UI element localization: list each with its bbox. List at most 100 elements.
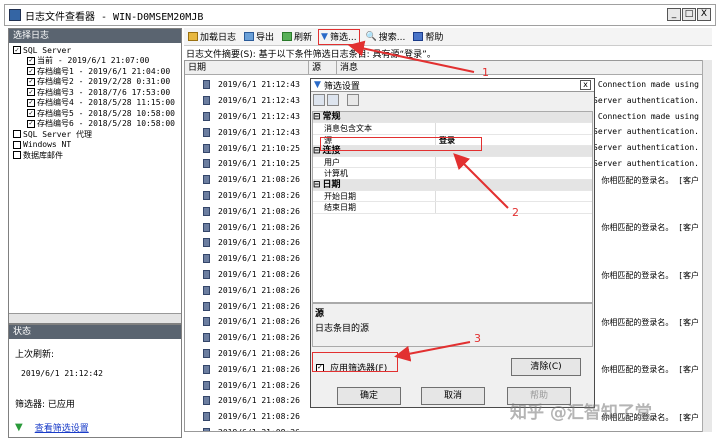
property-value[interactable] [436, 123, 439, 133]
log-tree-item[interactable]: 数据库邮件 [13, 150, 177, 161]
log-row[interactable]: 2019/6/1 21:08:26 [185, 267, 309, 283]
refresh-button[interactable]: 刷新 [280, 29, 314, 45]
log-tree-item[interactable]: ✓ 存档编号2 - 2019/2/28 0:31:00 [13, 77, 177, 88]
description-text: 日志条目的源 [315, 324, 370, 334]
log-checkbox[interactable]: ✓ [27, 67, 35, 76]
property-pages-icon[interactable] [347, 94, 359, 106]
maximize-button[interactable]: □ [682, 8, 696, 21]
log-message: 你相匹配的登录名。 [客户 [601, 270, 699, 280]
help-button[interactable]: 帮助 [411, 29, 445, 45]
log-checkbox[interactable]: ✓ [27, 56, 35, 65]
log-checkbox[interactable] [13, 151, 21, 160]
log-entry-icon [203, 364, 210, 374]
log-entry-icon [203, 317, 210, 327]
log-checkbox[interactable]: ✓ [27, 109, 35, 118]
log-row[interactable]: 2019/6/1 21:08:26 [185, 235, 309, 251]
log-row[interactable]: 2019/6/1 21:08:26 [185, 251, 309, 267]
log-row[interactable]: 2019/6/1 21:08:26 [185, 282, 309, 298]
log-checkbox[interactable] [13, 140, 21, 149]
log-tree-item[interactable]: SQL Server 代理 [13, 129, 177, 140]
log-checkbox[interactable] [13, 130, 21, 139]
log-row[interactable]: 2019/6/1 21:08:26 [185, 393, 309, 409]
log-row[interactable]: 2019/6/1 21:10:25 [185, 156, 309, 172]
property-value[interactable] [436, 157, 439, 167]
log-tree-item[interactable]: ✓ 存档编号1 - 2019/6/1 21:04:00 [13, 66, 177, 77]
property-row[interactable]: 结束日期 [313, 202, 592, 214]
clear-button[interactable]: 清除(C) [511, 358, 581, 376]
log-checkbox[interactable]: ✓ [27, 88, 35, 97]
minimize-button[interactable]: _ [667, 8, 681, 21]
property-value[interactable] [436, 168, 439, 178]
property-row[interactable]: 消息包含文本 [313, 123, 592, 135]
message-column-header[interactable]: 消息 [337, 61, 711, 75]
log-row[interactable]: 2019/6/1 21:08:26 [185, 188, 309, 204]
log-tree-item[interactable]: ✓ 存档编号6 - 2018/5/28 10:58:00 [13, 119, 177, 130]
log-row[interactable]: 2019/6/1 21:08:26 [185, 203, 309, 219]
property-value[interactable] [436, 202, 439, 212]
log-tree-item[interactable]: ✓ 存档编号5 - 2018/5/28 10:58:00 [13, 108, 177, 119]
search-button[interactable]: 🔍 搜索... [364, 29, 408, 45]
log-row[interactable]: 2019/6/1 21:12:43 [185, 124, 309, 140]
property-row[interactable]: 开始日期 [313, 191, 592, 203]
collapse-icon[interactable]: ⊟ [313, 180, 321, 190]
dialog-close-button[interactable]: x [580, 80, 591, 90]
log-checkbox[interactable]: ✓ [27, 77, 35, 86]
log-row[interactable]: 2019/6/1 21:10:25 [185, 140, 309, 156]
export-button[interactable]: 导出 [242, 29, 276, 45]
filter-icon: ▼ [321, 31, 328, 42]
log-entry-icon [203, 333, 210, 343]
log-date: 2019/6/1 21:08:26 [218, 412, 300, 422]
log-row[interactable]: 2019/6/1 21:12:43 [185, 93, 309, 109]
view-filter-link[interactable]: 查看筛选设置 [35, 421, 89, 434]
filter-button[interactable]: ▼ 筛选... [318, 28, 360, 45]
log-row[interactable]: 2019/6/1 21:08:26 [185, 425, 309, 431]
log-tree-item[interactable]: ✓ 存档编号4 - 2018/5/28 11:15:00 [13, 98, 177, 109]
property-category[interactable]: ⊟ 日期 [313, 179, 592, 192]
log-entry-icon [203, 222, 210, 232]
property-key: 开始日期 [313, 191, 436, 202]
log-row[interactable]: 2019/6/1 21:08:26 [185, 298, 309, 314]
log-row[interactable]: 2019/6/1 21:08:26 [185, 409, 309, 425]
log-row[interactable]: 2019/6/1 21:08:26 [185, 219, 309, 235]
source-column-header[interactable]: 源 [309, 61, 337, 75]
ok-button[interactable]: 确定 [337, 387, 401, 405]
property-row[interactable]: 计算机 [313, 168, 592, 180]
cancel-button[interactable]: 取消 [421, 387, 485, 405]
property-value[interactable] [436, 191, 439, 201]
log-checkbox[interactable]: ✓ [27, 98, 35, 107]
log-tree-item[interactable]: Windows NT [13, 140, 177, 151]
vertical-scrollbar[interactable] [702, 60, 712, 432]
refresh-icon [282, 32, 293, 41]
log-tree-item[interactable]: ✓ 存档编号3 - 2018/7/6 17:53:00 [13, 87, 177, 98]
log-row[interactable]: 2019/6/1 21:08:26 [185, 377, 309, 393]
property-row[interactable]: 用户 [313, 157, 592, 169]
filter-funnel-icon: ▼ [15, 422, 23, 433]
collapse-icon[interactable]: ⊟ [313, 112, 321, 122]
log-date: 2019/6/1 21:08:26 [218, 317, 300, 327]
log-tree-item[interactable]: ✓ SQL Server [13, 45, 177, 56]
export-label: 导出 [256, 33, 275, 43]
log-row[interactable]: 2019/6/1 21:08:26 [185, 172, 309, 188]
toolbar: 加载日志 导出 刷新 ▼ 筛选... 🔍 搜索... 帮助 [184, 28, 712, 46]
close-button[interactable]: X [697, 8, 711, 21]
date-column-header[interactable]: 日期 [185, 61, 309, 75]
log-checkbox[interactable]: ✓ [27, 119, 35, 128]
property-category[interactable]: ⊟ 常规 [313, 112, 592, 124]
log-entry-icon [203, 127, 210, 137]
description-title: 源 [315, 309, 325, 319]
log-checkbox[interactable]: ✓ [13, 46, 21, 55]
load-log-button[interactable]: 加载日志 [186, 29, 238, 45]
categorized-view-icon[interactable] [313, 94, 325, 106]
log-message: Server authentication. [593, 159, 699, 168]
log-row[interactable]: 2019/6/1 21:08:26 [185, 361, 309, 377]
log-row[interactable]: 2019/6/1 21:08:26 [185, 330, 309, 346]
log-row[interactable]: 2019/6/1 21:08:26 [185, 314, 309, 330]
log-row[interactable]: 2019/6/1 21:12:43 [185, 77, 309, 93]
horizontal-scrollbar[interactable] [9, 313, 181, 323]
log-row[interactable]: 2019/6/1 21:12:43 [185, 109, 309, 125]
dialog-filter-icon: ▼ [314, 80, 321, 90]
alphabetical-sort-icon[interactable] [327, 94, 339, 106]
log-row[interactable]: 2019/6/1 21:08:26 [185, 346, 309, 362]
select-log-panel: 选择日志 ✓ SQL Server ✓ 当前 - 2019/6/1 21:07:00 ✓… [8, 28, 182, 324]
log-tree-item[interactable]: ✓ 当前 - 2019/6/1 21:07:00 [13, 56, 177, 67]
